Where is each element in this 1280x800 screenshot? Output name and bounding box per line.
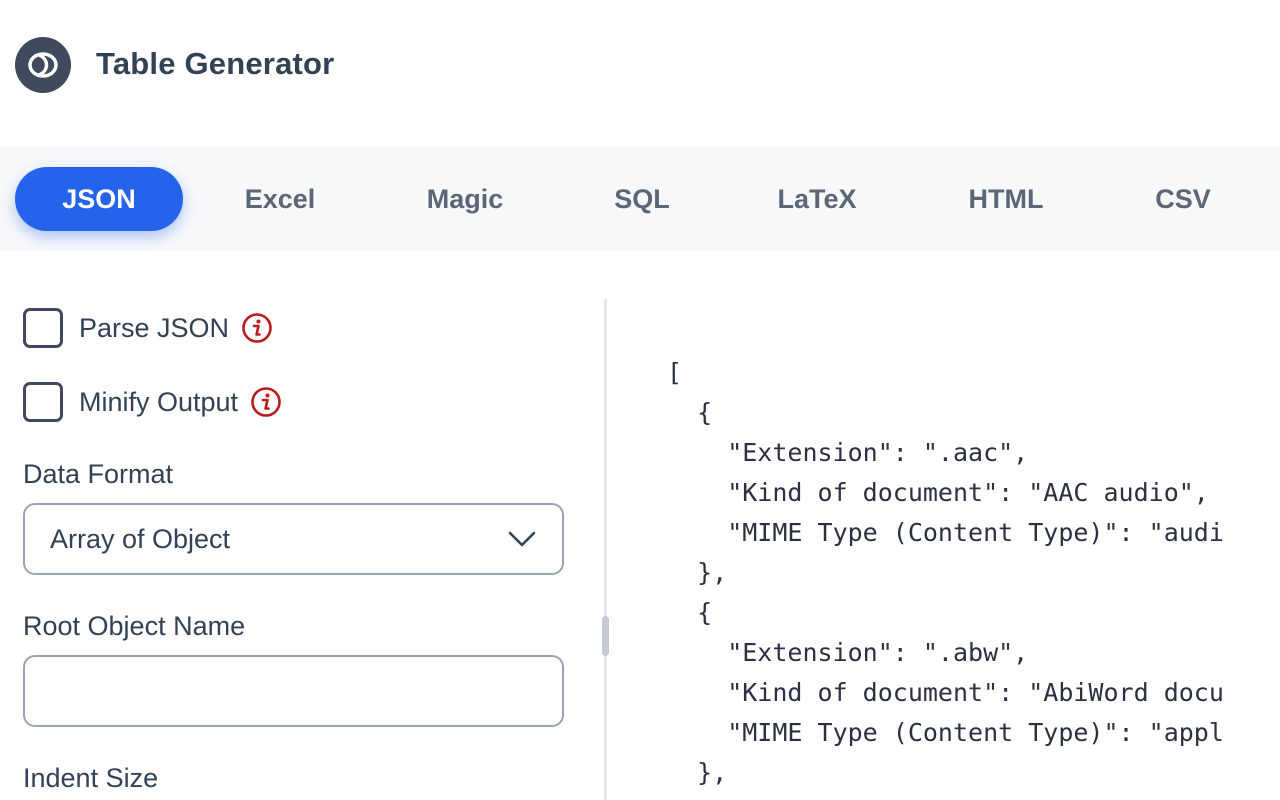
- minify-output-option: Minify Output: [23, 382, 282, 422]
- format-tab-bar: JSON Excel Magic SQL LaTeX HTML CSV: [0, 147, 1280, 251]
- indent-size-label: Indent Size: [23, 763, 159, 793]
- code-line: },: [667, 758, 728, 787]
- app-header: Table Generator: [0, 0, 1280, 147]
- code-line: {: [667, 598, 713, 627]
- minify-output-checkbox[interactable]: [23, 382, 63, 422]
- code-line: {: [667, 398, 713, 427]
- options-panel: Parse JSON Minify Output Data Format Arr…: [0, 251, 605, 800]
- tab-magic[interactable]: Magic: [390, 167, 540, 231]
- data-format-selected-value: Array of Object: [50, 524, 231, 554]
- code-line: },: [667, 558, 728, 587]
- tab-latex[interactable]: LaTeX: [742, 167, 892, 231]
- tab-json[interactable]: JSON: [15, 167, 183, 231]
- parse-json-checkbox[interactable]: [23, 308, 63, 348]
- minify-output-label: Minify Output: [79, 386, 239, 417]
- code-line: "MIME Type (Content Type)": "audi: [667, 518, 1224, 547]
- parse-json-option: Parse JSON: [23, 308, 273, 348]
- code-line: "MIME Type (Content Type)": "appl: [667, 718, 1224, 747]
- tab-csv[interactable]: CSV: [1108, 167, 1258, 231]
- data-format-select[interactable]: Array of Object: [23, 503, 564, 575]
- logo-icon[interactable]: [15, 37, 71, 93]
- tab-excel[interactable]: Excel: [205, 167, 355, 231]
- tab-html[interactable]: HTML: [931, 167, 1081, 231]
- info-icon[interactable]: [241, 312, 273, 344]
- app-title: Table Generator: [96, 46, 335, 81]
- code-line: "Kind of document": "AbiWord docu: [667, 678, 1224, 707]
- data-format-label: Data Format: [23, 459, 174, 489]
- code-line: "Extension": ".aac",: [667, 438, 1029, 467]
- parse-json-label: Parse JSON: [79, 312, 230, 343]
- code-line: "Extension": ".abw",: [667, 638, 1029, 667]
- root-object-name-input[interactable]: [23, 655, 564, 727]
- root-object-name-label: Root Object Name: [23, 611, 246, 641]
- json-output-panel[interactable]: [ { "Extension": ".aac", "Kind of docume…: [607, 251, 1280, 800]
- chevron-down-icon: [508, 531, 536, 547]
- tab-sql[interactable]: SQL: [567, 167, 717, 231]
- code-line: [: [667, 358, 683, 387]
- code-line: "Kind of document": "AAC audio",: [667, 478, 1209, 507]
- info-icon[interactable]: [250, 386, 282, 418]
